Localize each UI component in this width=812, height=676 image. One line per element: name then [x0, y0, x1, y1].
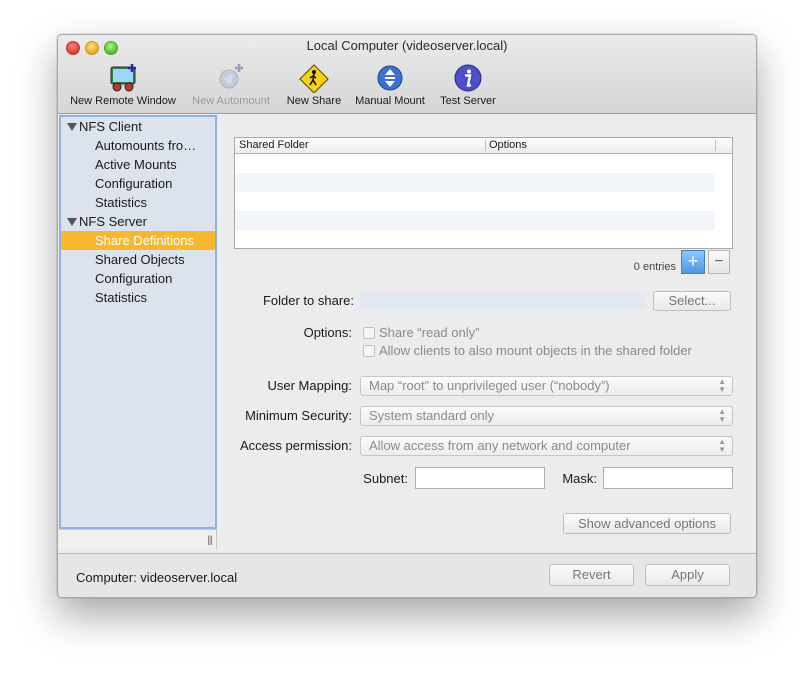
sidebar-item-client-configuration[interactable]: Configuration [61, 174, 215, 193]
new-remote-window-button[interactable]: New Remote Window [66, 63, 180, 107]
subnet-field[interactable] [415, 467, 545, 489]
sidebar-group-nfs-server[interactable]: NFS Server [61, 212, 215, 231]
remote-window-icon [66, 63, 180, 93]
titlebar: Local Computer (videoserver.local) New R… [58, 35, 756, 114]
window-title: Local Computer (videoserver.local) [306, 38, 508, 53]
new-automount-button[interactable]: New Automount [185, 63, 277, 107]
shared-folders-table[interactable]: Shared Folder Options [234, 137, 733, 249]
popup-arrows-icon: ▲ ▼ [718, 437, 726, 454]
read-only-checkbox[interactable] [363, 327, 375, 339]
mask-label: Mask: [562, 471, 597, 486]
access-permission-label: Access permission: [240, 438, 352, 453]
popup-arrows-icon: ▲ ▼ [718, 407, 726, 424]
test-server-button[interactable]: Test Server [436, 63, 500, 107]
column-header-shared-folder[interactable]: Shared Folder [239, 138, 309, 153]
main-window: Local Computer (videoserver.local) New R… [57, 34, 757, 598]
user-mapping-popup[interactable]: Map “root” to unprivileged user (“nobody… [360, 376, 733, 396]
select-folder-button[interactable]: Select... [653, 291, 731, 311]
read-only-label: Share “read only” [379, 325, 480, 340]
mount-arrows-icon [348, 63, 432, 93]
sidebar-item-server-configuration[interactable]: Configuration [61, 269, 215, 288]
access-permission-popup[interactable]: Allow access from any network and comput… [360, 436, 733, 456]
options-label: Options: [303, 325, 352, 340]
disclosure-triangle-icon[interactable] [67, 218, 77, 226]
sidebar-footer: ||| [59, 529, 217, 549]
sidebar-item-share-definitions[interactable]: Share Definitions [61, 231, 215, 250]
table-row[interactable] [235, 154, 715, 173]
sidebar-item-active-mounts[interactable]: Active Mounts [61, 155, 215, 174]
table-header: Shared Folder Options [235, 138, 732, 154]
table-row[interactable] [235, 211, 715, 230]
disclosure-triangle-icon[interactable] [67, 123, 77, 131]
popup-arrows-icon: ▲ ▼ [718, 377, 726, 394]
sidebar: NFS Client Automounts fro… Active Mounts… [59, 115, 217, 529]
mask-field[interactable] [603, 467, 733, 489]
column-header-options[interactable]: Options [489, 138, 527, 153]
add-share-button[interactable]: + [681, 250, 705, 274]
folder-to-share-label: Folder to share: [262, 293, 354, 308]
automount-icon [185, 63, 277, 93]
show-advanced-options-button[interactable]: Show advanced options [563, 513, 731, 534]
subnet-label: Subnet: [363, 471, 408, 486]
sidebar-group-nfs-client[interactable]: NFS Client [61, 117, 215, 136]
folder-to-share-field[interactable] [360, 293, 646, 309]
sidebar-item-shared-objects[interactable]: Shared Objects [61, 250, 215, 269]
sidebar-item-client-statistics[interactable]: Statistics [61, 193, 215, 212]
revert-button[interactable]: Revert [549, 564, 634, 586]
allow-subfolders-checkbox[interactable] [363, 345, 375, 357]
resize-grip-icon[interactable]: ||| [207, 535, 213, 546]
minimum-security-popup[interactable]: System standard only ▲ ▼ [360, 406, 733, 426]
bottom-bar: Computer: videoserver.local Revert Apply [58, 553, 756, 597]
table-row[interactable] [235, 192, 715, 211]
allow-subfolders-label: Allow clients to also mount objects in t… [379, 343, 692, 358]
entries-count: 0 entries [633, 261, 676, 273]
sidebar-item-server-statistics[interactable]: Statistics [61, 288, 215, 307]
new-share-button[interactable]: New Share [284, 63, 344, 107]
manual-mount-button[interactable]: Manual Mount [348, 63, 432, 107]
share-sign-icon [284, 63, 344, 94]
table-row[interactable] [235, 173, 715, 192]
apply-button[interactable]: Apply [645, 564, 730, 586]
info-icon [436, 63, 500, 93]
remove-share-button[interactable]: − [708, 250, 730, 274]
sidebar-item-automounts[interactable]: Automounts fro… [61, 136, 215, 155]
user-mapping-label: User Mapping: [267, 378, 352, 393]
minimum-security-label: Minimum Security: [245, 408, 352, 423]
computer-label: Computer: videoserver.local [76, 570, 238, 585]
